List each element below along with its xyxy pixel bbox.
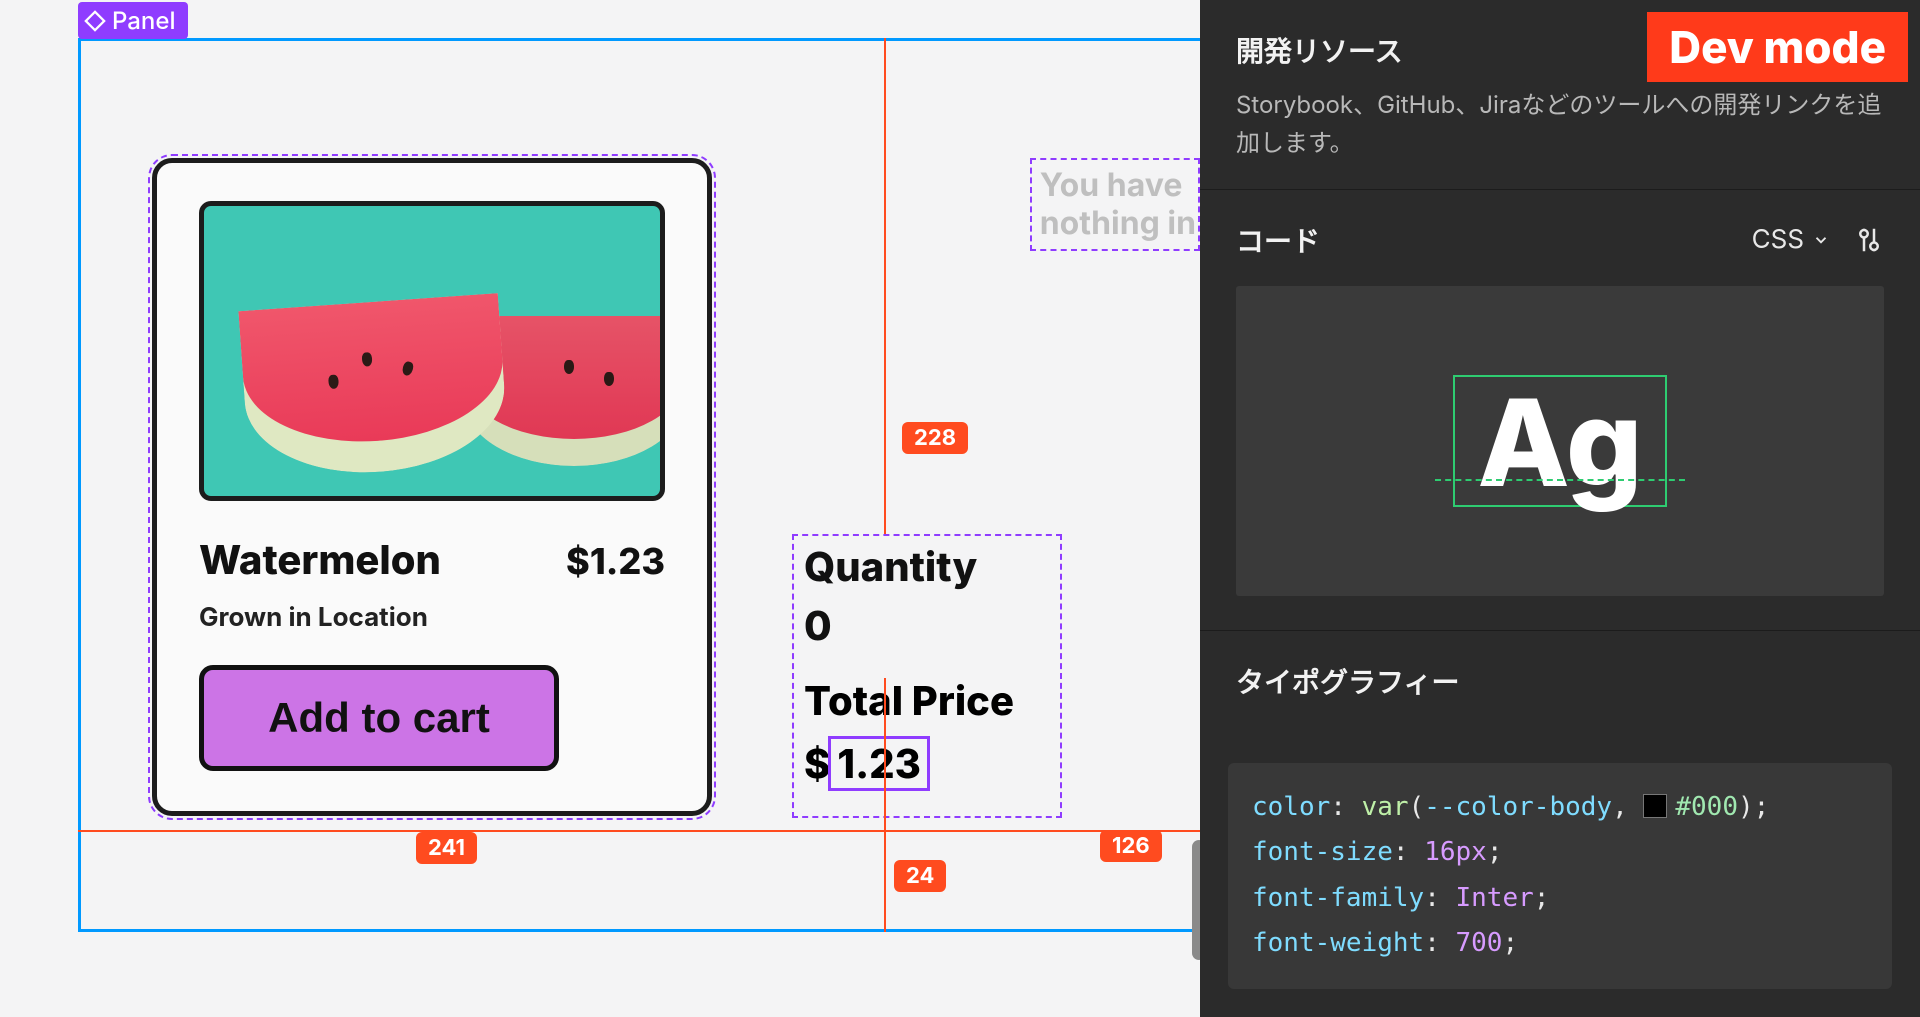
total-price-value[interactable]: $1.23: [804, 739, 930, 788]
measure-guide-vertical: [884, 38, 886, 534]
measure-pill: 241: [416, 832, 477, 864]
dev-resources-desc: Storybook、GitHub、Jiraなどのツールへの開発リンクを追加します…: [1236, 86, 1884, 163]
product-name: Watermelon: [199, 535, 441, 584]
typography-preview: Ag: [1236, 286, 1884, 596]
code-settings-icon[interactable]: [1854, 225, 1884, 255]
typography-section-title: タイポグラフィー: [1236, 661, 1884, 701]
code-language-dropdown[interactable]: CSS: [1752, 224, 1830, 255]
css-hex: #000: [1675, 792, 1738, 822]
css-prop: font-family: [1252, 883, 1424, 913]
chevron-down-icon: [1812, 231, 1830, 249]
ghost-line-1: You have: [1040, 166, 1196, 204]
typography-section: タイポグラフィー: [1200, 631, 1920, 743]
design-canvas[interactable]: Panel Watermelon $1.23 Grown in Location…: [0, 0, 1200, 1017]
measure-pill: 24: [894, 860, 946, 892]
component-diamond-icon: [84, 10, 106, 32]
css-prop: color: [1252, 792, 1330, 822]
component-tag[interactable]: Panel: [78, 2, 188, 39]
total-price-label: Total Price: [804, 676, 1050, 725]
empty-cart-ghost-text: You have nothing in: [1030, 158, 1200, 251]
css-value: 16px: [1424, 837, 1487, 867]
measure-pill: 126: [1100, 830, 1162, 862]
total-price-prefix: $: [804, 739, 830, 788]
quantity-label: Quantity: [804, 542, 1050, 591]
product-card[interactable]: Watermelon $1.23 Grown in Location Add t…: [152, 158, 712, 816]
cart-summary[interactable]: Quantity 0 Total Price $1.23: [792, 534, 1062, 818]
total-price-selected-text[interactable]: 1.23: [828, 736, 930, 791]
css-fn: var: [1362, 792, 1409, 822]
typography-css-block[interactable]: color: var(--color-body, #000); font-siz…: [1228, 763, 1892, 989]
measure-pill: 228: [902, 422, 968, 454]
typography-sample-text: Ag: [1477, 383, 1642, 503]
css-value: 700: [1456, 928, 1503, 958]
watermelon-slice-front: [238, 293, 509, 481]
dev-mode-badge: Dev mode: [1647, 12, 1908, 82]
typography-preview-box: Ag: [1453, 375, 1666, 507]
ghost-line-2: nothing in: [1040, 204, 1196, 242]
add-to-cart-button[interactable]: Add to cart: [199, 665, 559, 771]
quantity-value: 0: [804, 601, 1050, 650]
code-section: コード CSS: [1200, 190, 1920, 631]
css-value: Inter: [1456, 883, 1534, 913]
code-language-label: CSS: [1752, 224, 1804, 255]
product-price: $1.23: [566, 539, 665, 583]
css-var: --color-body: [1424, 792, 1612, 822]
component-tag-label: Panel: [112, 6, 176, 35]
css-prop: font-size: [1252, 837, 1393, 867]
product-subtitle: Grown in Location: [199, 602, 665, 633]
product-image: [199, 201, 665, 501]
code-section-title: コード: [1236, 220, 1320, 260]
measure-guide-vertical: [884, 678, 886, 932]
inspector-panel: Dev mode 開発リソース Storybook、GitHub、Jiraなどの…: [1200, 0, 1920, 1017]
css-prop: font-weight: [1252, 928, 1424, 958]
canvas-scrollbar[interactable]: [1192, 840, 1200, 960]
color-swatch-icon: [1643, 794, 1667, 818]
measure-guide-horizontal: [78, 830, 1200, 832]
